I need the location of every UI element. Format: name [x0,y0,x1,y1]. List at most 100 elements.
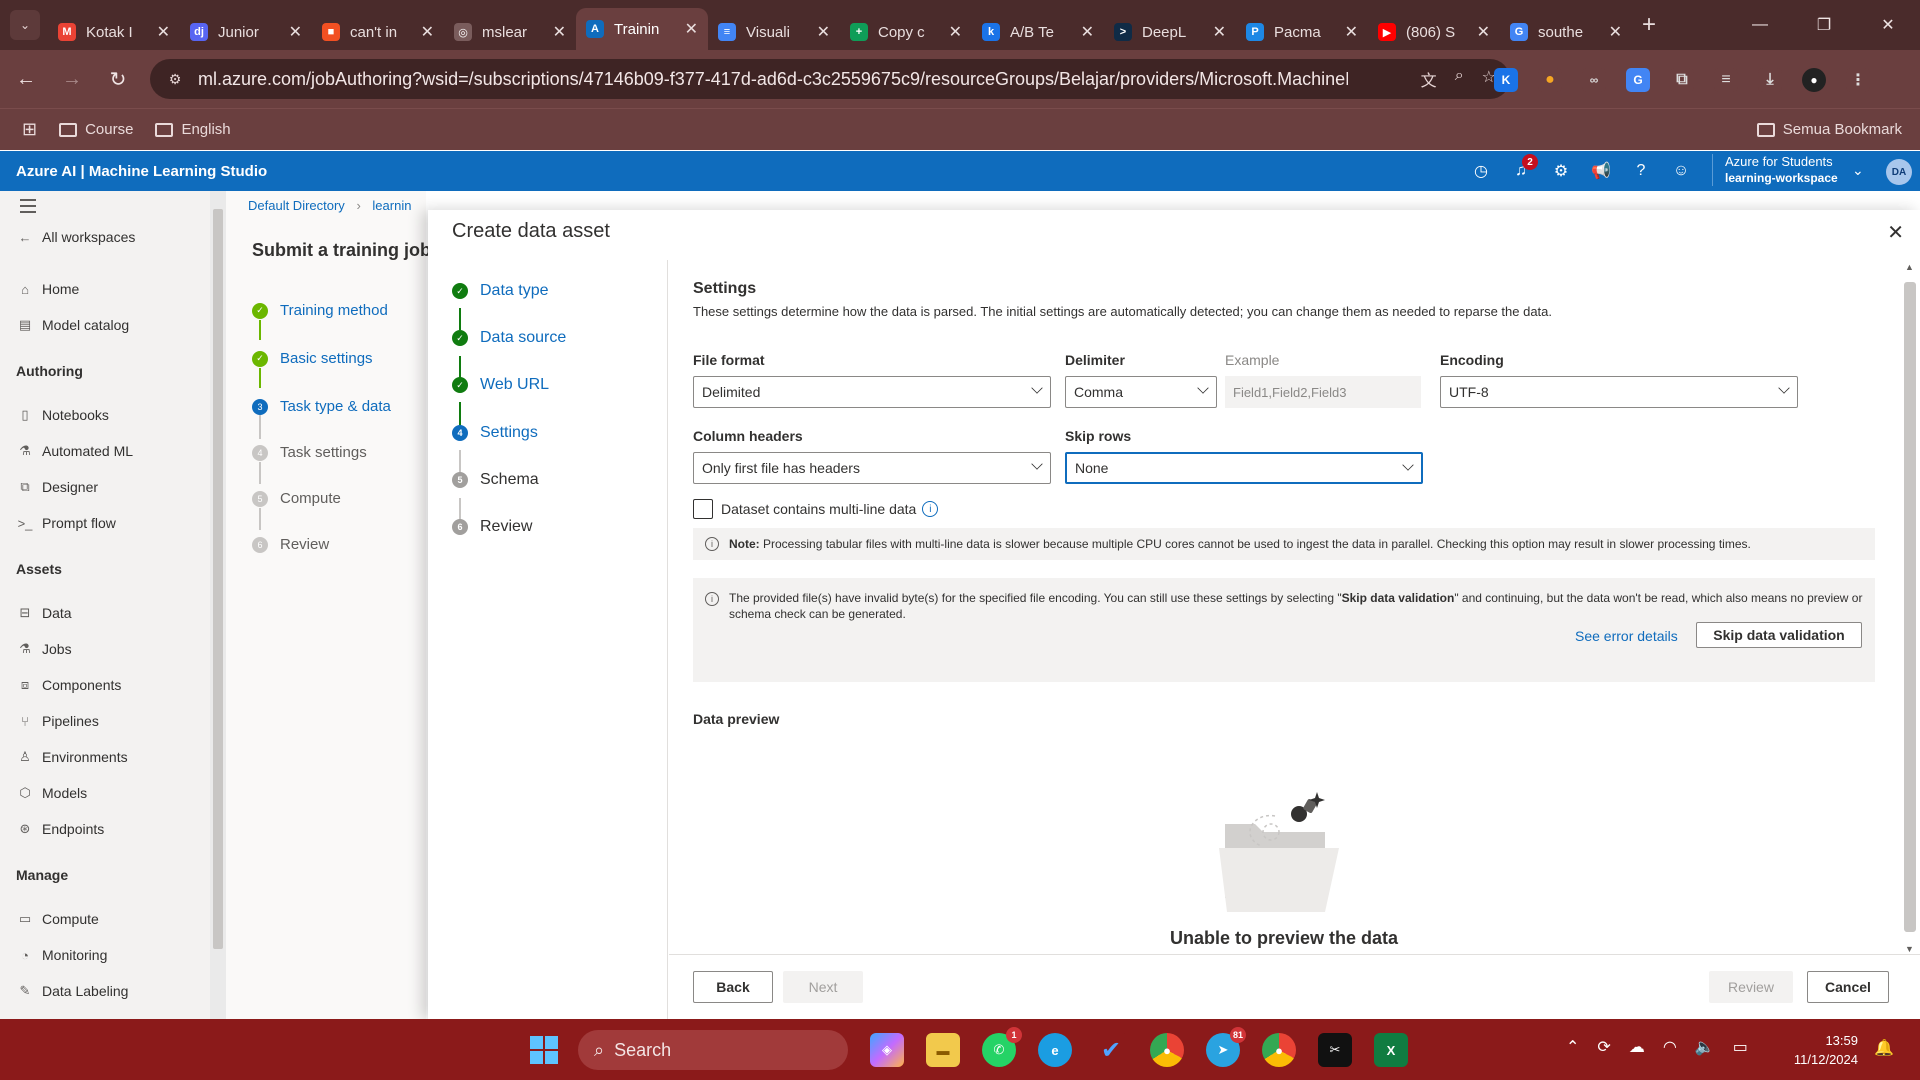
wizard-step-data-type[interactable]: ✓ Data type [452,282,548,300]
notification-bell-icon[interactable]: 🔔 [1874,1038,1894,1058]
browser-tab[interactable]: > DeepL ✕ [1104,14,1236,50]
file-explorer-icon[interactable]: ▬ [926,1033,960,1067]
browser-tab[interactable]: ■ can't in ✕ [312,14,444,50]
notifications-bell-icon[interactable]: ♫ 2 [1510,154,1538,182]
minimize-icon[interactable]: — [1728,0,1792,50]
chevron-down-icon[interactable]: ⌄ [1852,162,1864,179]
all-bookmarks[interactable]: Semua Bookmark [1756,121,1902,138]
system-clock[interactable]: 13:59 11/12/2024 [1786,1031,1858,1069]
tab-close-icon[interactable]: ✕ [1345,22,1358,42]
step-compute[interactable]: 5 Compute [252,490,341,507]
site-info-icon[interactable]: ⚙ [164,68,186,90]
browser-tab[interactable]: Gsouthe ✕ [1500,14,1632,50]
scroll-down-icon[interactable]: ▼ [1905,944,1914,954]
nav-endpoints[interactable]: ⊛ Endpoints [16,821,105,837]
browser-tab[interactable]: P Pacma ✕ [1236,14,1368,50]
media-control-icon[interactable]: ≡ [1714,68,1738,92]
k-extension-icon[interactable]: K [1494,68,1518,92]
hamburger-menu-icon[interactable] [20,199,36,217]
restore-icon[interactable]: ❐ [1792,0,1856,50]
nav-data-labeling[interactable]: ✎ Data Labeling [16,983,129,999]
next-button[interactable]: Next [783,971,863,1003]
skip-data-validation-button[interactable]: Skip data validation [1696,622,1862,648]
browser-tab[interactable]: A Trainin ✕ [576,8,708,50]
help-question-icon[interactable]: ? [1630,160,1652,182]
nav-home[interactable]: ⌂ Home [16,281,79,297]
wizard-step-settings[interactable]: 4 Settings [452,424,538,442]
nav-pipelines[interactable]: ⑂ Pipelines [16,713,99,729]
onedrive-cloud-icon[interactable]: ☁ [1629,1037,1645,1057]
multiline-checkbox[interactable]: Dataset contains multi-line data i [693,499,939,519]
edge-icon[interactable]: e [1038,1033,1072,1067]
step-basic-settings[interactable]: ✓ Basic settings [252,350,373,367]
tab-close-icon[interactable]: ✕ [949,22,962,42]
user-avatar[interactable]: DA [1886,159,1912,185]
zoom-icon[interactable]: ⌕ [1455,67,1464,91]
telegram-icon[interactable]: ➤ 81 [1206,1027,1246,1067]
browser-tab[interactable]: k A/B Te ✕ [972,14,1104,50]
app-brand[interactable]: Azure AI | Machine Learning Studio [16,163,267,180]
todo-check-icon[interactable]: ✔ [1094,1033,1128,1067]
browser-tab[interactable]: ≡ Visuali ✕ [708,14,840,50]
address-bar[interactable]: ⚙ ml.azure.com/jobAuthoring?wsid=/subscr… [150,59,1510,99]
tab-close-icon[interactable]: ✕ [1213,22,1226,42]
scrollbar-thumb[interactable] [1904,282,1916,932]
tab-close-icon[interactable]: ✕ [1609,22,1622,42]
tab-close-icon[interactable]: ✕ [1081,22,1094,42]
window-close-icon[interactable]: ✕ [1856,0,1920,50]
history-clock-icon[interactable]: ◷ [1470,160,1492,182]
scroll-up-icon[interactable]: ▲ [1905,262,1914,272]
extensions-puzzle-icon[interactable]: ⧉ [1670,68,1694,92]
taskbar-search[interactable]: ⌕ Search [578,1030,848,1070]
profile-avatar-icon[interactable]: ● [1802,68,1826,92]
browser-tab[interactable]: ▶ (806) S ✕ [1368,14,1500,50]
review-button[interactable]: Review [1709,971,1793,1003]
nav-components[interactable]: ⧈ Components [16,677,122,693]
extension-loop-icon[interactable]: ∞ [1582,68,1606,92]
bookmark-course[interactable]: Course [59,121,133,138]
nav-data[interactable]: ⊟ Data [16,605,72,621]
browser-tab[interactable]: dj Junior ✕ [180,14,312,50]
google-translate-icon[interactable]: G [1626,68,1650,92]
browser-tab[interactable]: M Kotak I ✕ [48,14,180,50]
tab-close-icon[interactable]: ✕ [817,22,830,42]
extension-orange-icon[interactable]: ● [1538,68,1562,92]
announcements-megaphone-icon[interactable]: 📢 [1590,160,1612,182]
copilot-icon[interactable]: ◈ [870,1033,904,1067]
reload-icon[interactable]: ↻ [98,59,138,99]
nav-automated-ml[interactable]: ⚗ Automated ML [16,443,133,459]
bookmark-english[interactable]: English [155,121,231,138]
chrome-profile-icon[interactable]: ● [1262,1033,1296,1067]
info-icon[interactable]: i [922,501,939,517]
nav-jobs[interactable]: ⚗ Jobs [16,641,71,657]
forward-arrow-icon[interactable]: → [52,59,92,99]
wizard-step-data-source[interactable]: ✓ Data source [452,329,566,347]
whatsapp-icon[interactable]: ✆ 1 [982,1027,1022,1067]
breadcrumb-workspace[interactable]: learnin [372,198,411,213]
chrome-icon[interactable]: ● [1150,1033,1184,1067]
nav-environments[interactable]: ♙ Environments [16,749,127,765]
column-headers-dropdown[interactable]: Only first file has headers [693,452,1051,484]
nav-prompt-flow[interactable]: >_ Prompt flow [16,515,116,531]
battery-icon[interactable]: ▭ [1733,1037,1748,1057]
account-switcher[interactable]: Azure for Students learning-workspace [1712,154,1838,186]
step-training-method[interactable]: ✓ Training method [252,302,388,319]
tab-close-icon[interactable]: ✕ [685,19,698,39]
nav-model-catalog[interactable]: ▤ Model catalog [16,317,129,333]
scrollbar-thumb[interactable] [213,209,223,949]
see-error-details-link[interactable]: See error details [1575,628,1678,644]
new-tab-icon[interactable]: + [1642,11,1656,39]
capcut-icon[interactable]: ✂ [1318,1033,1352,1067]
tab-close-icon[interactable]: ✕ [1477,22,1490,42]
tab-close-icon[interactable]: ✕ [553,22,566,42]
breadcrumb-directory[interactable]: Default Directory [248,198,345,213]
wizard-step-web-url[interactable]: ✓ Web URL [452,376,549,394]
browser-tab[interactable]: + Copy c ✕ [840,14,972,50]
settings-gear-icon[interactable]: ⚙ [1550,160,1572,182]
checkbox-box[interactable] [693,499,713,519]
excel-icon[interactable]: X [1374,1033,1408,1067]
apps-grid-icon[interactable]: ⊞ [22,119,37,140]
step-task-type-data[interactable]: 3 Task type & data [252,398,391,415]
file-format-dropdown[interactable]: Delimited [693,376,1051,408]
browser-tab[interactable]: ◎ mslear ✕ [444,14,576,50]
